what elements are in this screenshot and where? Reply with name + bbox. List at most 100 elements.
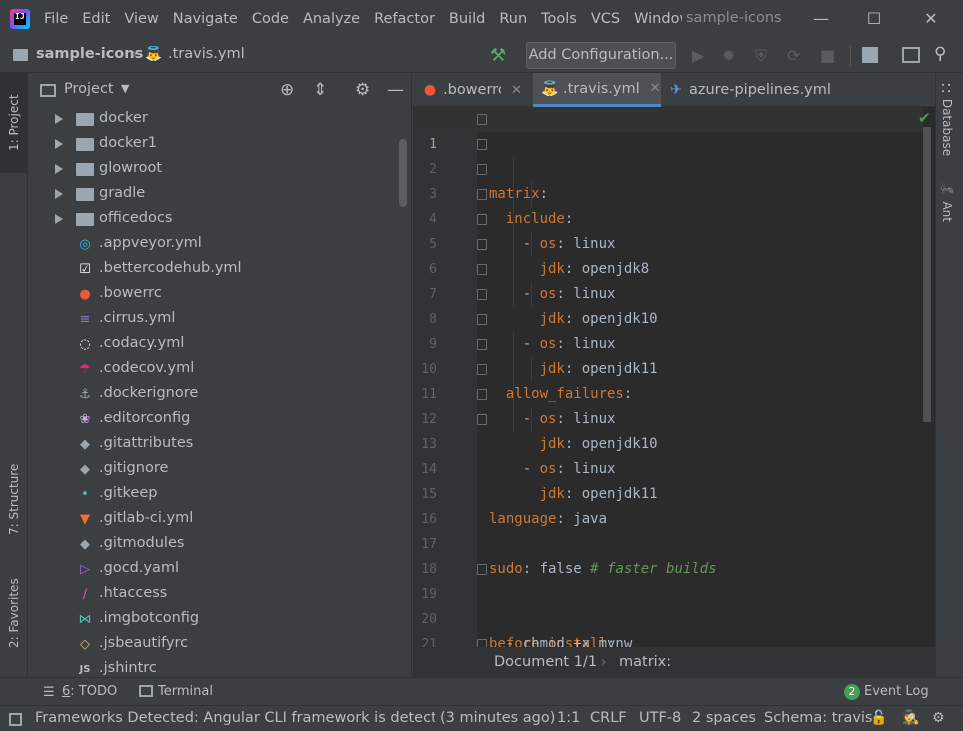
chevron-right-icon[interactable] — [55, 214, 63, 224]
menu-vcs[interactable]: VCS — [591, 11, 620, 27]
tab-todo[interactable]: 6: TODO — [62, 684, 117, 699]
tab-bowerrc[interactable]: ● .bowerrc ✕ — [421, 73, 533, 107]
tab-travis[interactable]: 👼 .travis.yml ✕ — [533, 73, 661, 107]
menu-refactor[interactable]: Refactor — [374, 11, 435, 27]
chevron-right-icon[interactable] — [55, 189, 63, 199]
tab-azure-pipelines[interactable]: ✈ azure-pipelines.yml — [667, 73, 847, 107]
tab-event-log[interactable]: Event Log — [864, 684, 929, 699]
indent-setting[interactable]: 2 spaces — [692, 710, 756, 726]
tree-folder[interactable]: gradle — [29, 182, 399, 207]
tree-file[interactable]: ❀ .editorconfig — [29, 407, 399, 432]
maximize-icon[interactable]: ☐ — [863, 8, 885, 30]
menu-edit[interactable]: Edit — [82, 11, 110, 27]
tree-file[interactable]: ▷ .gocd.yaml — [29, 557, 399, 582]
fold-icon[interactable] — [477, 289, 487, 300]
fold-icon[interactable] — [477, 114, 487, 125]
collapse-all-icon[interactable]: ⇕ — [313, 80, 327, 100]
minimize-icon[interactable]: — — [810, 8, 832, 30]
tree-file[interactable]: ☑ .bettercodehub.yml — [29, 257, 399, 282]
tree-file[interactable]: ⋈ .imgbotconfig — [29, 607, 399, 632]
project-view-title[interactable]: Project — [64, 81, 114, 97]
json-schema[interactable]: Schema: travis — [764, 710, 873, 726]
editor-scrollbar[interactable] — [923, 127, 931, 422]
menu-window[interactable]: Window — [634, 11, 682, 27]
menu-file[interactable]: File — [44, 11, 68, 27]
fold-icon[interactable] — [477, 364, 487, 375]
tree-folder[interactable]: glowroot — [29, 157, 399, 182]
close-tab-icon[interactable]: ✕ — [511, 83, 522, 98]
tree-file[interactable]: ● .bowerrc — [29, 282, 399, 307]
code-area[interactable]: 1 matrix: 2 include: 3 - os: linux 4 jdk… — [413, 107, 923, 647]
fold-icon[interactable] — [477, 239, 487, 250]
toggle-tool-windows-icon[interactable] — [9, 713, 22, 726]
debug-icon[interactable]: ✹ — [722, 46, 735, 65]
fold-icon[interactable] — [477, 564, 487, 575]
close-icon[interactable]: ✕ — [920, 8, 942, 30]
menu-run[interactable]: Run — [499, 11, 527, 27]
tree-file[interactable]: • .gitkeep — [29, 482, 399, 507]
tree-file[interactable]: ⚓ .dockerignore — [29, 382, 399, 407]
fold-icon[interactable] — [477, 339, 487, 350]
build-hammer-icon[interactable]: ⚒ — [490, 45, 506, 66]
chevron-right-icon[interactable] — [55, 139, 63, 149]
file-encoding[interactable]: UTF-8 — [639, 710, 681, 726]
fold-icon[interactable] — [477, 189, 487, 200]
profile-icon[interactable]: ⟳ — [787, 46, 800, 65]
tree-file[interactable]: ☂ .codecov.yml — [29, 357, 399, 382]
tab-ant[interactable]: 🐜 Ant — [940, 183, 954, 222]
event-settings-icon[interactable]: ⚙ — [932, 710, 945, 726]
fold-icon[interactable] — [477, 214, 487, 225]
tab-structure[interactable]: 7: Structure — [0, 449, 28, 549]
fold-icon[interactable] — [477, 264, 487, 275]
fold-icon[interactable] — [477, 639, 487, 647]
tab-database[interactable]: ⛚ Database — [940, 83, 954, 156]
fold-icon[interactable] — [477, 139, 487, 150]
tree-file[interactable]: ◆ .gitmodules — [29, 532, 399, 557]
menu-build[interactable]: Build — [449, 11, 485, 27]
inspector-icon[interactable]: 🕵 — [902, 710, 919, 726]
breadcrumb-key[interactable]: matrix: — [619, 654, 671, 670]
close-tab-icon[interactable]: ✕ — [650, 81, 661, 96]
hide-panel-icon[interactable]: — — [387, 80, 404, 100]
fold-icon[interactable] — [477, 414, 487, 425]
search-icon[interactable]: ⚲ — [934, 44, 946, 64]
chevron-right-icon[interactable] — [55, 164, 63, 174]
project-tree-scrollbar[interactable] — [399, 139, 407, 207]
tab-favorites[interactable]: 2: Favorites — [0, 563, 28, 663]
tree-file[interactable]: ◎ .appveyor.yml — [29, 232, 399, 257]
stop-icon[interactable]: ■ — [820, 46, 835, 65]
add-configuration-button[interactable]: Add Configuration... — [526, 42, 676, 69]
coverage-icon[interactable]: ⛨ — [755, 46, 767, 66]
tree-file[interactable]: ∕ .htaccess — [29, 582, 399, 607]
menu-view[interactable]: View — [124, 11, 158, 27]
tree-file[interactable]: ◆ .gitignore — [29, 457, 399, 482]
tree-folder[interactable]: docker — [29, 107, 399, 132]
tree-file[interactable]: JS .jshintrc — [29, 657, 399, 677]
fold-icon[interactable] — [477, 164, 487, 175]
breadcrumb-project[interactable]: sample-icons — [36, 46, 143, 62]
tree-file[interactable]: ▼ .gitlab-ci.yml — [29, 507, 399, 532]
project-structure-icon[interactable] — [862, 47, 878, 63]
tree-folder[interactable]: officedocs — [29, 207, 399, 232]
tree-file[interactable]: ◆ .gitattributes — [29, 432, 399, 457]
chevron-right-icon[interactable] — [55, 114, 63, 124]
locate-icon[interactable]: ⊕ — [280, 80, 294, 100]
menu-tools[interactable]: Tools — [541, 11, 577, 27]
tree-file[interactable]: ≡ .cirrus.yml — [29, 307, 399, 332]
line-separator[interactable]: CRLF — [590, 710, 627, 726]
tab-terminal[interactable]: Terminal — [158, 684, 213, 699]
inspection-ok-icon[interactable]: ✔ — [918, 109, 931, 127]
menu-navigate[interactable]: Navigate — [173, 11, 238, 27]
status-message[interactable]: Frameworks Detected: Angular CLI framewo… — [35, 710, 435, 726]
menu-code[interactable]: Code — [252, 11, 289, 27]
fold-icon[interactable] — [477, 314, 487, 325]
breadcrumb-file[interactable]: .travis.yml — [168, 46, 245, 62]
breadcrumb-document[interactable]: Document 1/1 — [494, 654, 597, 670]
fold-icon[interactable] — [477, 389, 487, 400]
tab-project[interactable]: 1: Project — [0, 73, 28, 173]
tree-file[interactable]: ◇ .jsbeautifyrc — [29, 632, 399, 657]
tree-folder[interactable]: docker1 — [29, 132, 399, 157]
lock-icon[interactable]: 🔓 — [870, 710, 887, 726]
run-icon[interactable]: ▶ — [692, 46, 704, 65]
chevron-down-icon[interactable]: ▼ — [121, 82, 129, 95]
